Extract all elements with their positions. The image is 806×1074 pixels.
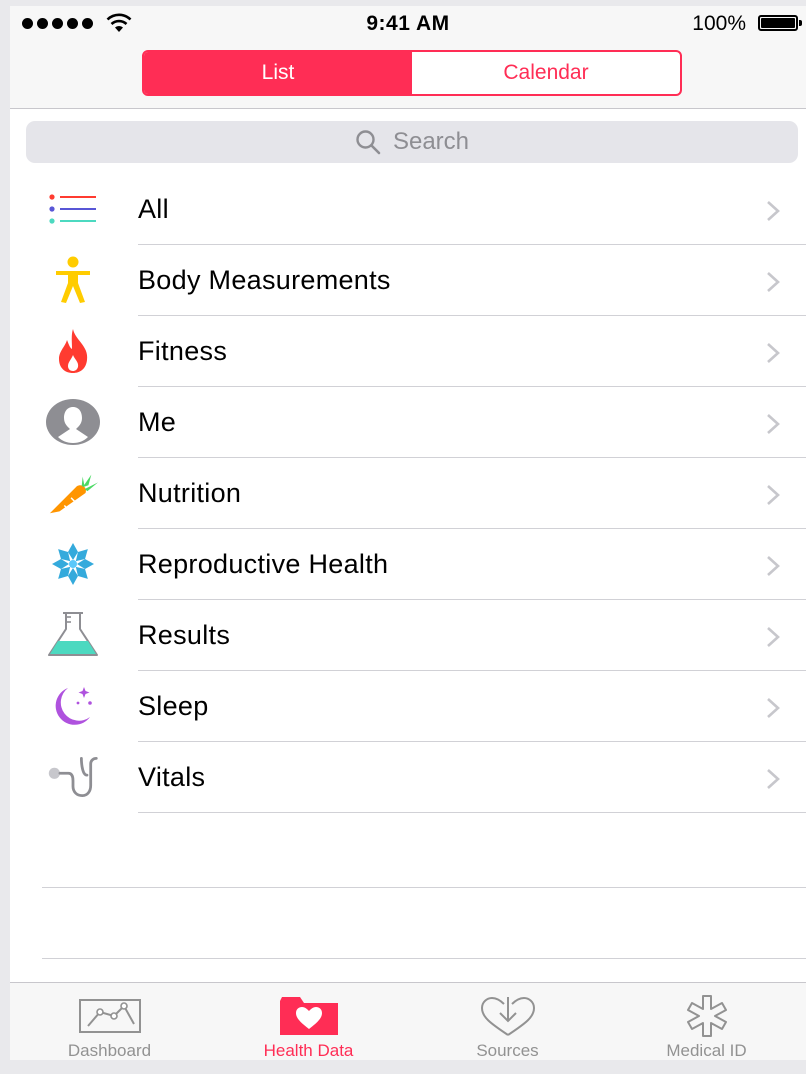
tab-medical-id[interactable]: Medical ID	[607, 983, 806, 1060]
tab-label: Health Data	[263, 1041, 354, 1060]
tab-bar: Dashboard Health Data Sources Medical ID	[10, 982, 806, 1060]
list-item-all[interactable]: All	[10, 174, 806, 245]
list-item-label: All	[138, 194, 169, 224]
stethoscope-icon	[46, 752, 100, 802]
list-icon	[46, 184, 100, 234]
download-heart-icon	[478, 993, 538, 1039]
category-list: All Body Measurements Fitness Me Nutriti…	[10, 174, 806, 813]
chevron-right-icon	[767, 343, 780, 363]
folder-heart-icon	[278, 993, 340, 1039]
list-item-body-measurements[interactable]: Body Measurements	[10, 245, 806, 316]
list-item-vitals[interactable]: Vitals	[10, 742, 806, 813]
list-item-results[interactable]: Results	[10, 600, 806, 671]
battery-icon	[758, 15, 802, 31]
tab-label: Sources	[476, 1041, 539, 1060]
tab-sources[interactable]: Sources	[408, 983, 607, 1060]
search-icon	[356, 130, 381, 155]
list-item-nutrition[interactable]: Nutrition	[10, 458, 806, 529]
search-placeholder: Search	[392, 128, 470, 155]
chevron-right-icon	[767, 485, 780, 505]
snowflake-flower-icon	[46, 539, 100, 589]
empty-row-separator	[42, 887, 806, 888]
flame-icon	[46, 326, 100, 376]
chevron-right-icon	[767, 272, 780, 292]
person-icon	[46, 255, 100, 305]
chart-icon	[78, 993, 142, 1039]
navigation-bar: List Calendar	[10, 40, 806, 109]
segment-calendar[interactable]: Calendar	[412, 52, 680, 94]
list-item-label: Reproductive Health	[138, 549, 389, 579]
list-item-sleep[interactable]: Sleep	[10, 671, 806, 742]
list-item-fitness[interactable]: Fitness	[10, 316, 806, 387]
list-item-label: Me	[138, 407, 177, 437]
status-bar: 9:41 AM 100%	[10, 6, 806, 40]
chevron-right-icon	[767, 201, 780, 221]
tab-health-data[interactable]: Health Data	[209, 983, 408, 1060]
moon-icon	[46, 681, 100, 731]
empty-row-separator	[42, 958, 806, 959]
tab-label: Medical ID	[666, 1041, 747, 1060]
asterisk-icon	[680, 993, 734, 1039]
list-item-label: Body Measurements	[138, 265, 391, 295]
tab-dashboard[interactable]: Dashboard	[10, 983, 209, 1060]
chevron-right-icon	[767, 627, 780, 647]
list-item-label: Nutrition	[138, 478, 242, 508]
phone-screen: 9:41 AM 100% List Calendar Search All Bo…	[10, 6, 806, 1060]
segmented-control: List Calendar	[142, 50, 682, 96]
list-item-label: Fitness	[138, 336, 228, 366]
carrot-icon	[46, 468, 100, 518]
search-field[interactable]: Search	[26, 121, 798, 163]
status-time: 9:41 AM	[366, 12, 450, 35]
chevron-right-icon	[767, 556, 780, 576]
segment-list[interactable]: List	[144, 52, 412, 94]
flask-icon	[46, 610, 100, 660]
list-item-me[interactable]: Me	[10, 387, 806, 458]
battery-percentage: 100%	[692, 12, 746, 35]
list-item-label: Vitals	[138, 762, 206, 792]
chevron-right-icon	[767, 769, 780, 789]
list-item-label: Sleep	[138, 691, 209, 721]
list-item-label: Results	[138, 620, 231, 650]
chevron-right-icon	[767, 698, 780, 718]
profile-icon	[46, 397, 100, 447]
list-item-reproductive-health[interactable]: Reproductive Health	[10, 529, 806, 600]
chevron-right-icon	[767, 414, 780, 434]
tab-label: Dashboard	[67, 1041, 152, 1060]
